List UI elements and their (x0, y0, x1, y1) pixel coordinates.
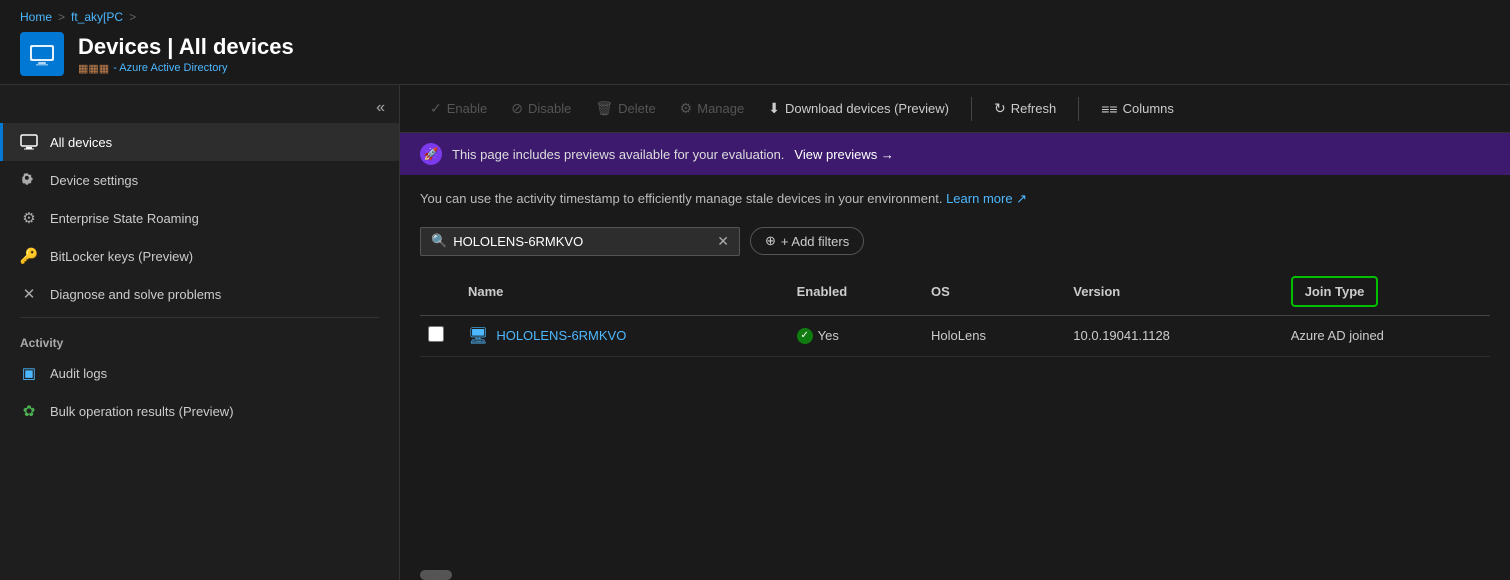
search-area: 🔍 ✕ ⊕ + Add filters (400, 219, 1510, 268)
breadcrumb-sep2: > (129, 10, 136, 24)
breadcrumb: Home > ft_aky[PC > (20, 10, 1490, 24)
add-filters-icon: ⊕ (765, 233, 776, 249)
preview-icon: 🚀 (420, 143, 442, 165)
enabled-value: Yes (818, 328, 839, 343)
leaf-icon: ✿ (20, 402, 38, 420)
sidebar-item-bitlocker-keys[interactable]: 🔑 BitLocker keys (Preview) (0, 237, 399, 275)
enable-button[interactable]: ✓ Enable (420, 95, 497, 122)
table-row: 🖥 HOLOLENS-6RMKVO ✓ Yes HoloLens (420, 315, 1490, 356)
sidebar-item-label-audit: Audit logs (50, 366, 107, 381)
sidebar: « All devices Device settings ⚙ Ent (0, 85, 400, 580)
table-container: Name Enabled OS Version Join Type (400, 268, 1510, 567)
toolbar-divider (971, 97, 972, 121)
key-icon: 🔑 (20, 247, 38, 265)
breadcrumb-home[interactable]: Home (20, 10, 52, 24)
info-text: You can use the activity timestamp to ef… (400, 175, 1510, 219)
log-icon: ▣ (20, 364, 38, 382)
sidebar-section-activity: Activity (0, 322, 399, 354)
columns-icon: ≡≡ (1101, 101, 1117, 117)
table-header-os[interactable]: OS (919, 268, 1061, 316)
join-type-highlight: Join Type (1291, 276, 1379, 307)
devices-table: Name Enabled OS Version Join Type (420, 268, 1490, 357)
banner-text: This page includes previews available fo… (452, 147, 784, 162)
sidebar-item-label-device-settings: Device settings (50, 173, 138, 188)
info-main-text: You can use the activity timestamp to ef… (420, 191, 942, 206)
breadcrumb-tenant[interactable]: ft_aky[PC (71, 10, 123, 24)
page-title: Devices | All devices (78, 34, 294, 60)
sidebar-item-diagnose[interactable]: ✕ Diagnose and solve problems (0, 275, 399, 313)
wrench-icon: ✕ (20, 285, 38, 303)
sidebar-collapse-button[interactable]: « (370, 97, 391, 119)
gear-icon (20, 171, 38, 189)
os-value: HoloLens (931, 328, 986, 343)
horizontal-scrollbar[interactable] (420, 570, 452, 580)
breadcrumb-sep1: > (58, 10, 65, 24)
device-name-cell: 🖥 HOLOLENS-6RMKVO (456, 315, 785, 356)
checkmark-icon: ✓ (430, 100, 442, 117)
toolbar: ✓ Enable ⊘ Disable 🗑 Delete ⚙ Manage ⬇ D… (400, 85, 1510, 133)
search-clear-button[interactable]: ✕ (717, 233, 729, 250)
sidebar-item-audit-logs[interactable]: ▣ Audit logs (0, 354, 399, 392)
columns-button[interactable]: ≡≡ Columns (1091, 96, 1184, 122)
header: Home > ft_aky[PC > Devices | All devices… (0, 0, 1510, 85)
sidebar-item-label-all-devices: All devices (50, 135, 112, 150)
main-content: ✓ Enable ⊘ Disable 🗑 Delete ⚙ Manage ⬇ D… (400, 85, 1510, 580)
refresh-button[interactable]: ↻ Refresh (984, 95, 1066, 122)
page-subtitle-text: - Azure Active Directory (113, 62, 227, 74)
join-type-value: Azure AD joined (1291, 328, 1384, 343)
manage-icon: ⚙ (680, 100, 693, 117)
scrollbar-row (400, 566, 1510, 580)
join-type-cell: Azure AD joined (1279, 315, 1490, 356)
device-name-link[interactable]: HOLOLENS-6RMKVO (496, 328, 626, 343)
os-cell: HoloLens (919, 315, 1061, 356)
search-input[interactable] (453, 234, 711, 249)
sidebar-item-label-bulk: Bulk operation results (Preview) (50, 404, 234, 419)
toolbar-divider2 (1078, 97, 1079, 121)
sidebar-item-bulk-operation[interactable]: ✿ Bulk operation results (Preview) (0, 392, 399, 430)
version-cell: 10.0.19041.1128 (1061, 315, 1278, 356)
enabled-cell: ✓ Yes (785, 315, 919, 356)
refresh-icon: ↻ (994, 100, 1006, 117)
table-header-join-type[interactable]: Join Type (1279, 268, 1490, 316)
preview-banner: 🚀 This page includes previews available … (400, 133, 1510, 175)
sidebar-item-label-enterprise: Enterprise State Roaming (50, 211, 199, 226)
add-filters-button[interactable]: ⊕ + Add filters (750, 227, 864, 255)
download-button[interactable]: ⬇ Download devices (Preview) (758, 95, 959, 122)
search-icon: 🔍 (431, 233, 447, 249)
sidebar-item-enterprise-state-roaming[interactable]: ⚙ Enterprise State Roaming (0, 199, 399, 237)
add-filters-label: + Add filters (781, 234, 849, 249)
device-icon: 🖥 (468, 326, 488, 346)
trash-icon: 🗑 (595, 100, 613, 117)
sidebar-item-all-devices[interactable]: All devices (0, 123, 399, 161)
page-icon (20, 32, 64, 76)
download-icon: ⬇ (768, 100, 780, 117)
sidebar-item-label-diagnose: Diagnose and solve problems (50, 287, 221, 302)
block-icon: ⊘ (511, 100, 523, 117)
table-header-name[interactable]: Name (456, 268, 785, 316)
delete-button[interactable]: 🗑 Delete (585, 95, 665, 122)
version-value: 10.0.19041.1128 (1073, 328, 1170, 343)
enabled-check-icon: ✓ (797, 328, 813, 344)
search-box[interactable]: 🔍 ✕ (420, 227, 740, 256)
sidebar-divider (20, 317, 379, 318)
screen-icon (20, 133, 38, 151)
sidebar-item-label-bitlocker: BitLocker keys (Preview) (50, 249, 193, 264)
gear2-icon: ⚙ (20, 209, 38, 227)
disable-button[interactable]: ⊘ Disable (501, 95, 581, 122)
row-checkbox[interactable] (428, 326, 444, 342)
manage-button[interactable]: ⚙ Manage (670, 95, 755, 122)
table-header-enabled[interactable]: Enabled (785, 268, 919, 316)
banner-link[interactable]: View previews → (794, 147, 893, 162)
table-header-checkbox (420, 268, 456, 316)
learn-more-link[interactable]: Learn more ↗ (946, 191, 1027, 206)
table-header-version[interactable]: Version (1061, 268, 1278, 316)
sidebar-item-device-settings[interactable]: Device settings (0, 161, 399, 199)
